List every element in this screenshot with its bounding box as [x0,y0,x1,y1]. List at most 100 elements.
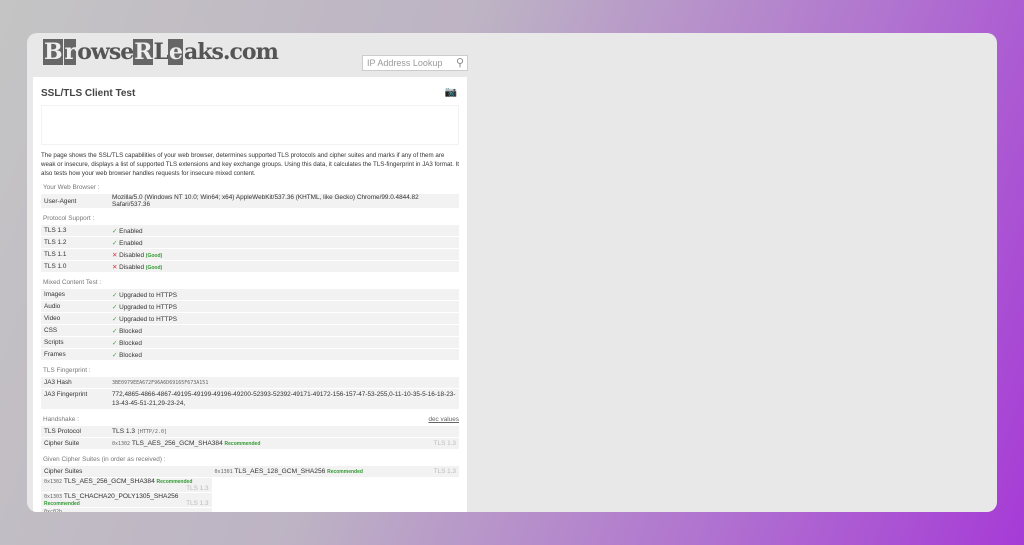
recommended-badge: Recommended [224,441,261,447]
recommended-badge: Recommended [327,469,363,475]
check-icon: ✓ [112,303,118,311]
table-row: Frames ✓ Blocked [41,349,459,360]
row-label: JA3 Hash [41,377,109,388]
row-label: Video [41,313,109,324]
check-icon: ✓ [112,351,118,359]
status-value: Blocked [119,339,142,347]
status-value: Upgraded to HTTPS [119,315,178,323]
ja3-fingerprint: 772,4865-4866-4867-49195-49199-49196-492… [109,389,459,409]
tls-protocol: TLS 1.3 [112,428,136,435]
browser-window: BrowseRLeaks.com IP Address Lookup ⚲ SSL/… [27,33,997,512]
site-header: BrowseRLeaks.com IP Address Lookup ⚲ [33,33,468,77]
check-icon: ✓ [112,327,118,335]
cipher-name: TLS_CHACHA20_POLY1305_SHA256 [63,493,179,500]
mixed-content-table: Images ✓ Upgraded to HTTPS Audio ✓ Upgraded… [41,288,459,361]
main-content: SSL/TLS Client Test 📷 The page shows the… [33,77,467,512]
page-title: SSL/TLS Client Test [41,88,136,99]
ip-lookup-search[interactable]: IP Address Lookup ⚲ [362,55,468,71]
tls-version: TLS 1.3 [186,500,209,507]
cipher-code: 0x1302 [44,479,63,485]
table-row: JA3 Hash 3BE0979EEA672F96A6D69165F673A151 [41,377,459,388]
ad-placeholder [41,105,459,145]
table-row: Cipher Suite 0x1302 TLS_AES_256_GCM_SHA38… [41,438,459,449]
row-label: Cipher Suite [41,438,109,449]
page-description: The page shows the SSL/TLS capabilities … [41,152,459,177]
table-row: 0x1303 TLS_CHACHA20_POLY1305_SHA256 Reco… [41,493,459,507]
cipher-name: TLS_AES_256_GCM_SHA384 [63,478,155,485]
tls-version: TLS 1.3 [433,468,456,475]
status-note: (Good) [145,252,163,259]
status-value: Disabled [119,263,145,271]
cipher-code: 0x1302 [112,441,131,447]
row-label: TLS 1.0 [41,261,109,272]
cipher-name: TLS_AES_128_GCM_SHA256 [234,468,326,475]
table-row: TLS 1.1 ✕ Disabled (Good) [41,249,459,260]
check-icon: ✓ [112,291,118,299]
table-row: TLS 1.3 ✓ Enabled [41,225,459,236]
table-row: TLS 1.0 ✕ Disabled (Good) [41,261,459,272]
status-value: Blocked [119,351,142,359]
recommended-badge: Recommended [44,501,80,507]
http-version: [HTTP/2.0] [136,429,167,435]
search-icon[interactable]: ⚲ [456,56,464,69]
check-icon: ✓ [112,239,118,247]
check-icon: ✓ [112,339,118,347]
dec-values-link[interactable]: dec values [428,416,459,423]
cipher-code: 0x1301 [214,469,233,475]
table-row: TLS 1.2 ✓ Enabled [41,237,459,248]
table-row: TLS Protocol TLS 1.3 [HTTP/2.0] [41,426,459,437]
cross-icon: ✕ [112,263,118,271]
status-value: Upgraded to HTTPS [119,291,178,299]
table-row: Cipher Suites 0x1301 TLS_AES_128_GCM_SHA2… [41,466,459,477]
cipher-name: TLS_AES_256_GCM_SHA384 [131,440,223,447]
row-label: Cipher Suites [41,466,212,477]
section-heading: Protocol Support : [43,215,95,222]
status-value: Enabled [119,239,143,247]
row-label: TLS 1.2 [41,237,109,248]
table-row: JA3 Fingerprint 772,4865-4866-4867-49195-… [41,389,459,409]
table-row: Images ✓ Upgraded to HTTPS [41,289,459,300]
section-heading: Handshake : dec values [43,416,459,423]
table-row: 0xc02b TLS_ECDHE_ECDSA_WITH_AES_128_GCM_… [41,508,459,512]
section-heading: Your Web Browser : [43,184,100,191]
cross-icon: ✕ [112,251,118,259]
search-placeholder: IP Address Lookup [367,58,443,68]
status-value: Disabled [119,251,145,259]
page-column: BrowseRLeaks.com IP Address Lookup ⚲ SSL/… [33,33,468,512]
row-label: User-Agent [41,194,109,208]
cipher-suites-table: Cipher Suites 0x1301 TLS_AES_128_GCM_SHA2… [41,465,459,512]
table-row: Audio ✓ Upgraded to HTTPS [41,301,459,312]
row-label: TLS 1.3 [41,225,109,236]
row-label: Scripts [41,337,109,348]
cipher-code: 0x1303 [44,494,63,500]
browser-table: User-Agent Mozilla/5.0 (Windows NT 10.0; … [41,193,459,209]
status-value: Upgraded to HTTPS [119,303,178,311]
camera-icon[interactable]: 📷 [445,87,457,98]
section-heading: Given Cipher Suites (in order as receive… [43,456,166,463]
table-row: User-Agent Mozilla/5.0 (Windows NT 10.0; … [41,194,459,208]
check-icon: ✓ [112,227,118,235]
site-logo[interactable]: BrowseRLeaks.com [43,39,279,65]
section-heading: TLS Fingerprint : [43,367,91,374]
row-label: Images [41,289,109,300]
table-row: CSS ✓ Blocked [41,325,459,336]
row-label: CSS [41,325,109,336]
table-row: Scripts ✓ Blocked [41,337,459,348]
status-value: Blocked [119,327,142,335]
table-row: 0x1302 TLS_AES_256_GCM_SHA384 Recommende… [41,478,459,492]
tls-version: TLS 1.3 [433,440,456,447]
protocol-table: TLS 1.3 ✓ Enabled TLS 1.2 ✓ Enabled TLS 1.… [41,224,459,273]
tls-version: TLS 1.3 [186,485,209,492]
handshake-table: TLS Protocol TLS 1.3 [HTTP/2.0] Cipher Su… [41,425,459,450]
table-row: Video ✓ Upgraded to HTTPS [41,313,459,324]
ja3-hash: 3BE0979EEA672F96A6D69165F673A151 [109,377,459,388]
user-agent-value: Mozilla/5.0 (Windows NT 10.0; Win64; x64… [109,194,459,208]
recommended-badge: Recommended [156,479,193,485]
cipher-code: 0xc02b [44,509,63,512]
row-label: TLS 1.1 [41,249,109,260]
check-icon: ✓ [112,315,118,323]
row-label: JA3 Fingerprint [41,389,109,409]
row-label: TLS Protocol [41,426,109,437]
status-note: (Good) [145,264,163,271]
row-label: Frames [41,349,109,360]
